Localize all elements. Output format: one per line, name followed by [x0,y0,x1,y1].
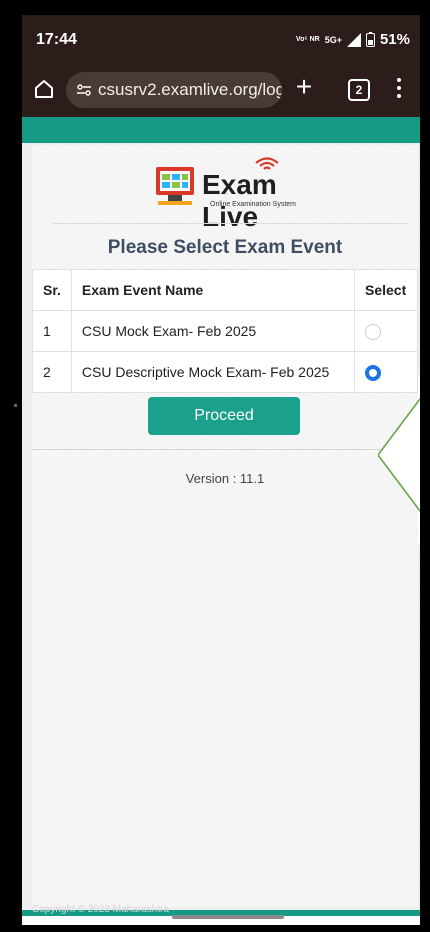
row-event-name: CSU Mock Exam- Feb 2025 [70,310,356,352]
version-label: Version : 11.1 [185,471,265,486]
footer-copyright: Copyright © 2023 Maharashtra [32,904,169,915]
site-settings-icon[interactable] [76,82,92,98]
table-row[interactable]: 1 CSU Mock Exam- Feb 2025 [32,310,418,352]
address-bar[interactable]: csusrv2.examlive.org/logi [66,72,282,108]
exam-event-table: Sr. Exam Event Name Select 1 CSU Mock Ex… [32,269,418,393]
table-header-row: Sr. Exam Event Name Select [32,269,418,311]
select-radio[interactable] [365,323,381,340]
exam-live-logo: Exam Live Online Examination System [150,157,310,232]
column-header-select: Select [354,269,418,311]
status-bar: 17:44 Vo⁵ NR 5G+ 51% [22,15,420,65]
row-select-cell [354,310,418,352]
logo-tagline: Online Examination System [210,201,296,208]
browser-toolbar: csusrv2.examlive.org/logi + 2 [22,65,420,117]
row-sr: 1 [32,310,72,352]
browser-menu-icon[interactable] [396,78,402,102]
main-content: Exam Live Online Examination System Plea… [32,145,418,907]
row-event-name: CSU Descriptive Mock Exam- Feb 2025 [70,351,356,393]
table-row[interactable]: 2 CSU Descriptive Mock Exam- Feb 2025 [32,351,418,393]
status-icons: Vo⁵ NR 5G+ 51% [296,31,410,48]
computer-logo-icon [156,167,194,205]
proceed-button[interactable]: Proceed [148,397,300,435]
battery-icon [365,32,375,47]
gesture-handle[interactable] [172,915,284,919]
row-sr: 2 [32,351,72,393]
column-header-name: Exam Event Name [70,269,356,311]
url-text: csusrv2.examlive.org/logi [98,80,282,99]
page-title: Please Select Exam Event [107,237,343,258]
status-time: 17:44 [36,31,77,48]
divider [32,449,418,450]
phone-screen: 17:44 Vo⁵ NR 5G+ 51% csusrv2.examlive.or… [22,15,420,925]
signal-icon [346,32,361,47]
volte-label: Vo⁵ NR [295,36,320,43]
network-label: 5G+ [324,34,342,45]
home-icon[interactable] [32,77,56,101]
column-header-sr: Sr. [32,269,72,311]
callout-shape [378,375,420,545]
new-tab-plus-icon[interactable]: + [292,73,316,101]
edge-mark [14,404,17,407]
tab-switcher-button[interactable]: 2 [348,79,370,101]
site-header-bar [22,117,420,143]
divider [52,223,408,224]
battery-percent: 51% [379,31,410,48]
